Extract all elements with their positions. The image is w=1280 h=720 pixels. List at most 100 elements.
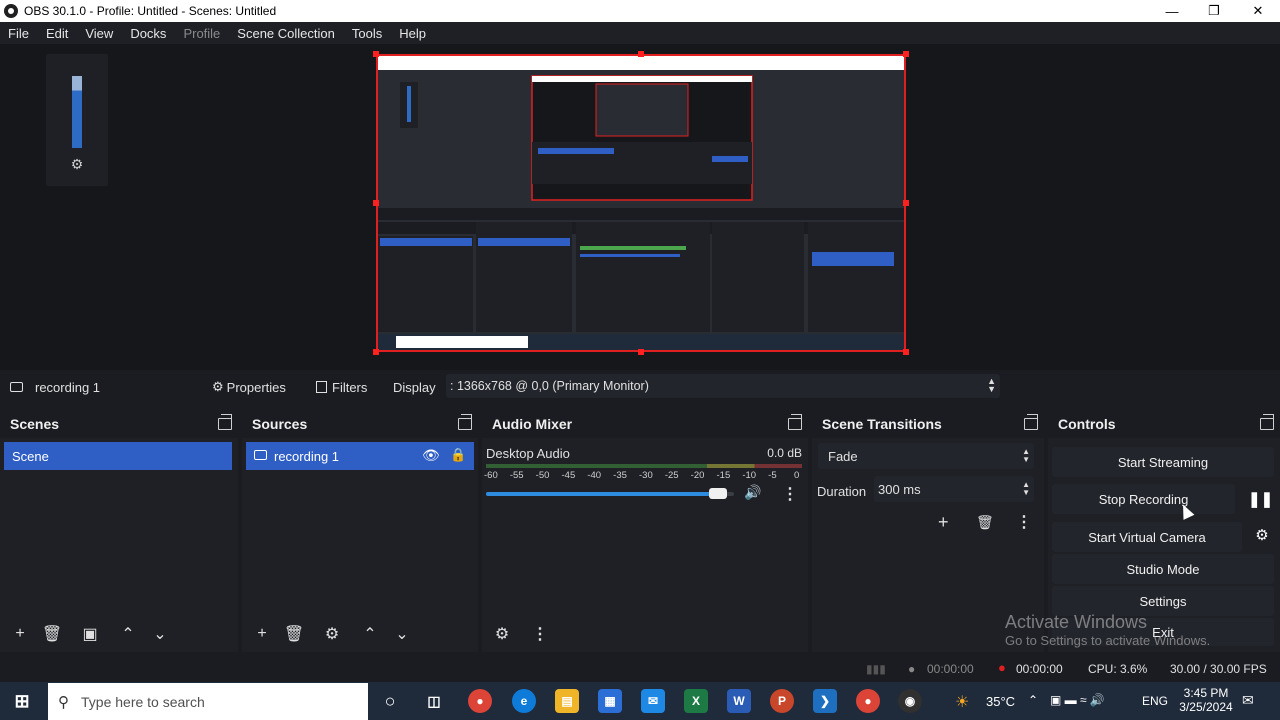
menu-view[interactable]: View [85, 26, 113, 41]
trash-icon[interactable]: 🗑 [36, 620, 68, 648]
pause-icon[interactable]: ❚❚ [1248, 490, 1273, 510]
duration-value: 300 ms [878, 481, 921, 497]
word-icon[interactable]: W [727, 689, 751, 713]
mail-icon[interactable]: ✉ [641, 689, 665, 713]
excel-icon[interactable]: X [684, 689, 708, 713]
language-indicator[interactable]: ENG [1142, 694, 1168, 708]
scene-item[interactable]: Scene [4, 442, 232, 470]
duration-label: Duration [817, 484, 867, 499]
advanced-audio-icon[interactable]: ⚙ [486, 620, 518, 648]
gear-icon[interactable]: ⚙ [1252, 526, 1272, 546]
eye-icon[interactable]: 👁 [422, 447, 440, 464]
vscode-icon[interactable]: ❯ [813, 689, 837, 713]
trash-icon[interactable]: 🗑 [976, 514, 994, 531]
undock-icon[interactable] [218, 414, 232, 430]
preview-canvas[interactable] [376, 54, 906, 352]
filter-icon[interactable]: ▣ [74, 620, 106, 648]
gear-icon[interactable]: ⚙ [68, 156, 86, 174]
studio-mode-button[interactable]: Studio Mode [1052, 554, 1274, 584]
windows-start-icon[interactable]: ⊞ [10, 689, 34, 713]
undock-icon[interactable] [788, 414, 802, 430]
channel-name: Desktop Audio [486, 446, 570, 461]
undock-icon[interactable] [458, 414, 472, 430]
source-item-label: recording 1 [274, 448, 340, 464]
restore-icon[interactable]: ❐ [1192, 0, 1236, 22]
powerpoint-icon[interactable]: P [770, 689, 794, 713]
taskbar-search-input[interactable]: ⚲ Type here to search [48, 683, 368, 720]
spinner-icon[interactable]: ▲ ▼ [1022, 481, 1030, 497]
menu-docks[interactable]: Docks [130, 26, 166, 41]
task-view-icon[interactable]: ◫ [422, 689, 446, 713]
menu-edit[interactable]: Edit [46, 26, 68, 41]
duration-input[interactable]: 300 ms ▲ ▼ [874, 476, 1034, 502]
clock[interactable]: 3:45 PM 3/25/2024 [1178, 686, 1234, 714]
gear-icon[interactable]: ⚙ [316, 620, 348, 648]
menu-help[interactable]: Help [399, 26, 426, 41]
kebab-menu-icon[interactable]: ⋮ [782, 484, 798, 504]
notification-icon[interactable]: ✉ [1242, 692, 1254, 709]
chevron-up-icon[interactable]: ⌃ [1028, 693, 1038, 707]
record-time: 00:00:00 [1016, 662, 1063, 676]
resize-handle[interactable] [903, 200, 909, 206]
stream-time: 00:00:00 [927, 662, 974, 676]
source-indicator: recording 1 [10, 378, 100, 396]
transition-select[interactable]: Fade ▲ ▼ [818, 443, 1034, 469]
chrome-icon[interactable]: ● [468, 689, 492, 713]
undock-icon[interactable] [1024, 414, 1038, 430]
start-virtual-camera-button[interactable]: Start Virtual Camera [1052, 522, 1242, 552]
add-icon[interactable]: + [246, 620, 278, 648]
meter-tick-label: -25 [664, 470, 679, 481]
tray-icons[interactable]: ▣ ▬ ≈ 🔊 [1050, 693, 1105, 707]
channel-level: 0.0 dB [767, 446, 802, 460]
filters-button[interactable]: Filters [316, 378, 367, 396]
cortana-icon[interactable]: ○ [378, 689, 402, 713]
speaker-icon[interactable]: 🔊 [744, 484, 761, 501]
lock-icon[interactable]: 🔒 [450, 447, 466, 463]
add-icon[interactable]: + [938, 512, 949, 533]
chrome-icon[interactable]: ● [856, 689, 880, 713]
menu-bar: File Edit View Docks Profile Scene Colle… [0, 22, 1280, 44]
resize-handle[interactable] [903, 349, 909, 355]
edge-icon[interactable]: e [512, 689, 536, 713]
menu-tools[interactable]: Tools [352, 26, 382, 41]
display-select[interactable]: : 1366x768 @ 0,0 (Primary Monitor) ▲ ▼ [446, 374, 1000, 398]
controls-title: Controls [1048, 410, 1280, 438]
menu-profile[interactable]: Profile [183, 26, 220, 41]
undock-icon[interactable] [1260, 414, 1274, 430]
menu-scene-collection[interactable]: Scene Collection [237, 26, 335, 41]
obs-icon[interactable]: ◉ [898, 689, 922, 713]
weather-icon[interactable]: ☀ [955, 692, 969, 712]
add-icon[interactable]: + [4, 620, 36, 648]
move-up-icon[interactable]: ⌃ [354, 620, 386, 648]
resize-handle[interactable] [373, 51, 379, 57]
scene-list: Scene [0, 440, 238, 618]
minimize-icon[interactable]: — [1150, 0, 1194, 22]
move-down-icon[interactable]: ⌄ [386, 620, 418, 648]
start-streaming-button[interactable]: Start Streaming [1052, 447, 1274, 477]
properties-button[interactable]: ⚙ Properties [212, 378, 286, 396]
close-icon[interactable]: ✕ [1236, 0, 1280, 22]
file-explorer-icon[interactable]: ▤ [555, 689, 579, 713]
move-down-icon[interactable]: ⌄ [144, 620, 176, 648]
temperature[interactable]: 35°C [986, 694, 1015, 709]
menu-file[interactable]: File [8, 26, 29, 41]
move-up-icon[interactable]: ⌃ [112, 620, 144, 648]
level-meter [486, 464, 802, 468]
kebab-menu-icon[interactable]: ⋮ [524, 620, 556, 648]
meter-tick-label: -55 [509, 470, 524, 481]
resize-handle[interactable] [373, 200, 379, 206]
resize-handle[interactable] [373, 349, 379, 355]
monitor-icon [10, 382, 23, 392]
kebab-menu-icon[interactable]: ⋮ [1016, 512, 1032, 532]
trash-icon[interactable]: 🗑 [278, 620, 310, 648]
store-icon[interactable]: ▦ [598, 689, 622, 713]
resize-handle[interactable] [903, 51, 909, 57]
source-item[interactable]: recording 1 👁 🔒 [246, 442, 474, 470]
stop-recording-button[interactable]: Stop Recording [1052, 484, 1235, 514]
resize-handle[interactable] [638, 349, 644, 355]
volume-slider[interactable] [486, 488, 734, 499]
volume-handle[interactable] [708, 488, 727, 499]
meter-tick-label: -5 [768, 470, 777, 481]
scene-transitions-title: Scene Transitions [812, 410, 1044, 438]
resize-handle[interactable] [638, 51, 644, 57]
